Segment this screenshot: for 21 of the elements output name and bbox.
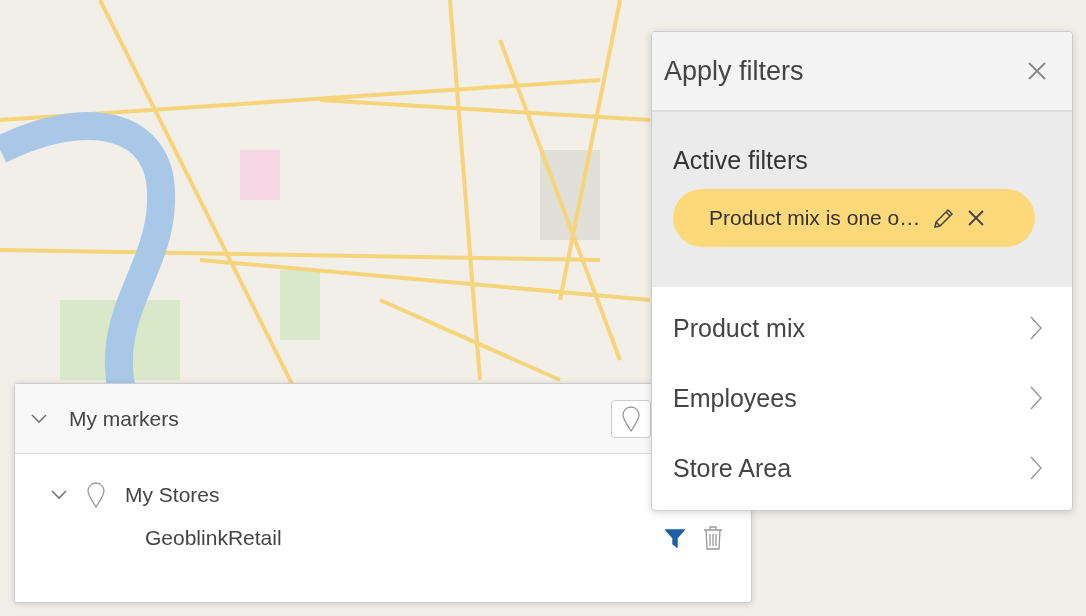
layer-name[interactable]: GeoblinkRetail: [145, 526, 665, 550]
pin-icon: [87, 482, 105, 508]
filter-category[interactable]: Store Area: [652, 433, 1072, 503]
panel-title: My markers: [69, 406, 179, 431]
trash-icon[interactable]: [703, 526, 723, 550]
filter-category[interactable]: Employees: [652, 363, 1072, 433]
filter-chip[interactable]: Product mix is one o…: [673, 189, 1035, 247]
pin-icon: [622, 405, 640, 432]
filter-category[interactable]: Product mix: [652, 293, 1072, 363]
panel-title: Apply filters: [664, 55, 804, 87]
filter-label: Product mix is one o…: [709, 206, 921, 230]
chevron-right-icon: [1030, 386, 1042, 410]
chevron-icon[interactable]: [51, 490, 67, 500]
add-marker-button[interactable]: [611, 399, 651, 438]
remove-icon[interactable]: [968, 210, 985, 226]
section-heading: Active filters: [673, 146, 809, 175]
filter-icon[interactable]: [665, 528, 685, 548]
group-name[interactable]: My Stores: [125, 483, 220, 507]
chevron-right-icon: [1030, 316, 1042, 340]
chevron-icon[interactable]: [31, 413, 47, 424]
chevron-right-icon: [1030, 456, 1042, 480]
